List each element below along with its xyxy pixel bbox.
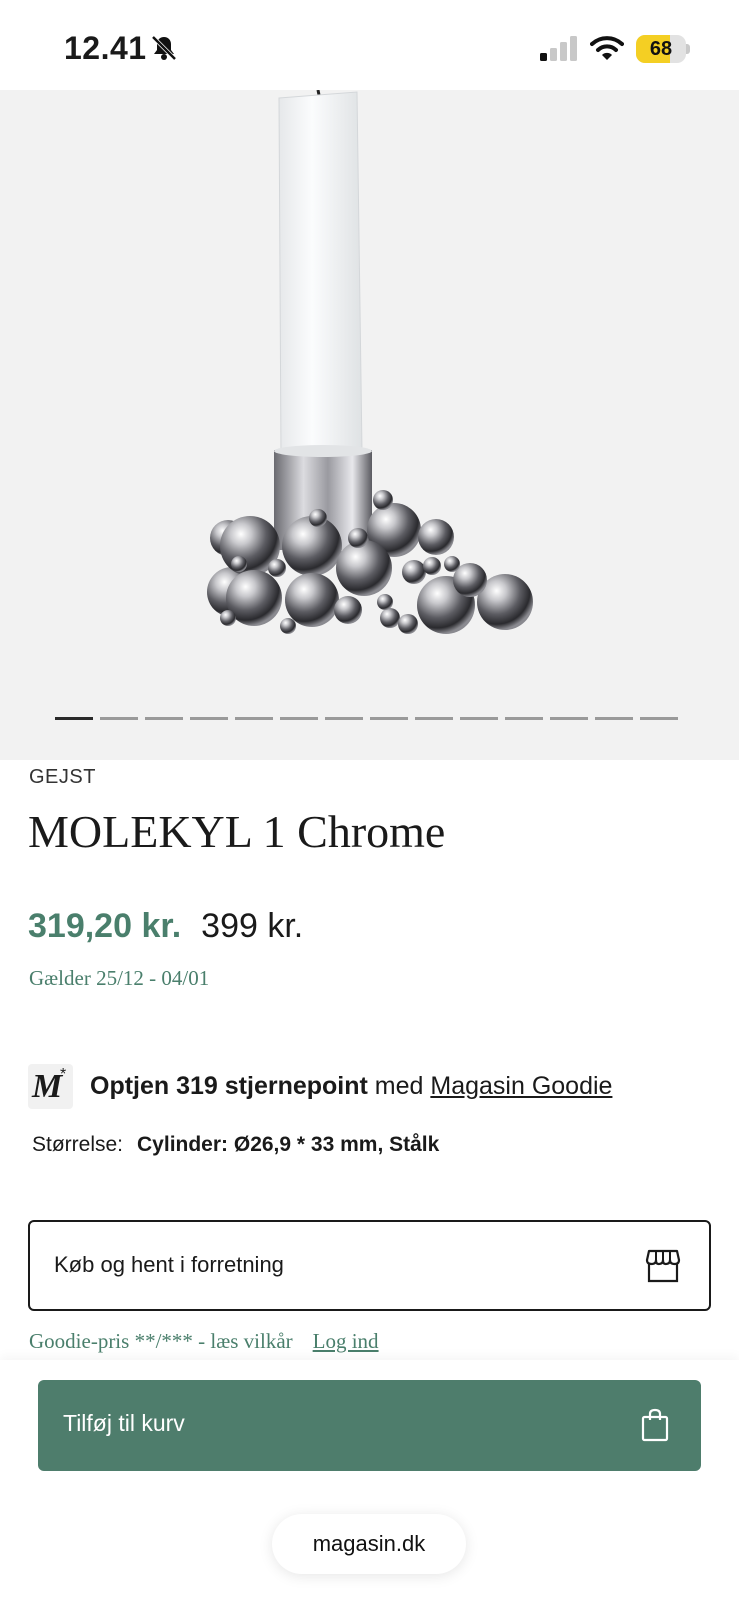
carousel-dot[interactable] — [190, 717, 228, 720]
points-text: Optjen 319 stjernepoint — [90, 1072, 368, 1100]
carousel-dot[interactable] — [550, 717, 588, 720]
goodie-terms: Goodie-pris **/*** - læs vilkår Log ind — [29, 1329, 379, 1354]
battery-level: 68 — [649, 38, 673, 60]
carousel-dot[interactable] — [325, 717, 363, 720]
carousel-dot[interactable] — [370, 717, 408, 720]
size-label: Størrelse: — [32, 1133, 124, 1156]
browser-url-bar[interactable]: magasin.dk — [272, 1514, 466, 1574]
signal-icon — [540, 36, 577, 61]
status-bar: 12.41 68 — [0, 0, 739, 90]
buy-and-collect-label: Køb og hent i forretning — [54, 1252, 284, 1277]
product-brand[interactable]: GEJST — [29, 766, 96, 789]
product-image — [207, 90, 533, 634]
carousel-dot[interactable] — [100, 717, 138, 720]
add-to-cart-label: Tilføj til kurv — [63, 1410, 185, 1436]
carousel-dot[interactable] — [640, 717, 678, 720]
add-to-cart-button[interactable]: Tilføj til kurv — [38, 1380, 701, 1471]
buy-and-collect-button[interactable]: Køb og hent i forretning — [28, 1220, 711, 1311]
store-icon — [645, 1249, 681, 1283]
goodie-terms-link[interactable]: Goodie-pris **/*** - læs vilkår — [29, 1329, 293, 1354]
bottom-action-bar: Tilføj til kurv magasin.dk — [0, 1360, 739, 1600]
carousel-dot[interactable] — [595, 717, 633, 720]
product-image-carousel[interactable] — [0, 90, 739, 760]
carousel-dot[interactable] — [460, 717, 498, 720]
shopping-bag-icon — [641, 1408, 669, 1442]
status-time: 12.41 — [64, 30, 147, 66]
carousel-indicator[interactable] — [55, 717, 678, 720]
carousel-dot[interactable] — [280, 717, 318, 720]
carousel-dot[interactable] — [505, 717, 543, 720]
offer-validity: Gælder 25/12 - 04/01 — [29, 966, 210, 990]
wifi-icon — [590, 36, 624, 60]
size-info: Størrelse: Cylinder: Ø26,9 * 33 mm, Stål… — [32, 1133, 439, 1157]
size-value: Cylinder: Ø26,9 * 33 mm, Stålk — [137, 1133, 440, 1156]
carousel-dot[interactable] — [145, 717, 183, 720]
product-title: MOLEKYL 1 Chrome — [28, 806, 446, 857]
goodie-link[interactable]: Magasin Goodie — [430, 1072, 612, 1100]
price-row: 319,20 kr. 399 kr. — [28, 907, 303, 946]
magasin-logo-icon: M * — [28, 1064, 73, 1109]
goodie-text: Optjen 319 stjernepoint med Magasin Good… — [90, 1072, 613, 1100]
goodie-points: M * Optjen 319 stjernepoint med Magasin … — [28, 1064, 612, 1109]
carousel-dot[interactable] — [235, 717, 273, 720]
bell-slash-icon — [151, 35, 177, 61]
battery-icon: 68 — [636, 35, 690, 63]
carousel-dot[interactable] — [415, 717, 453, 720]
original-price: 399 kr. — [201, 907, 304, 945]
carousel-dot[interactable] — [55, 717, 93, 720]
sale-price: 319,20 kr. — [28, 907, 182, 945]
login-link[interactable]: Log ind — [313, 1329, 379, 1354]
